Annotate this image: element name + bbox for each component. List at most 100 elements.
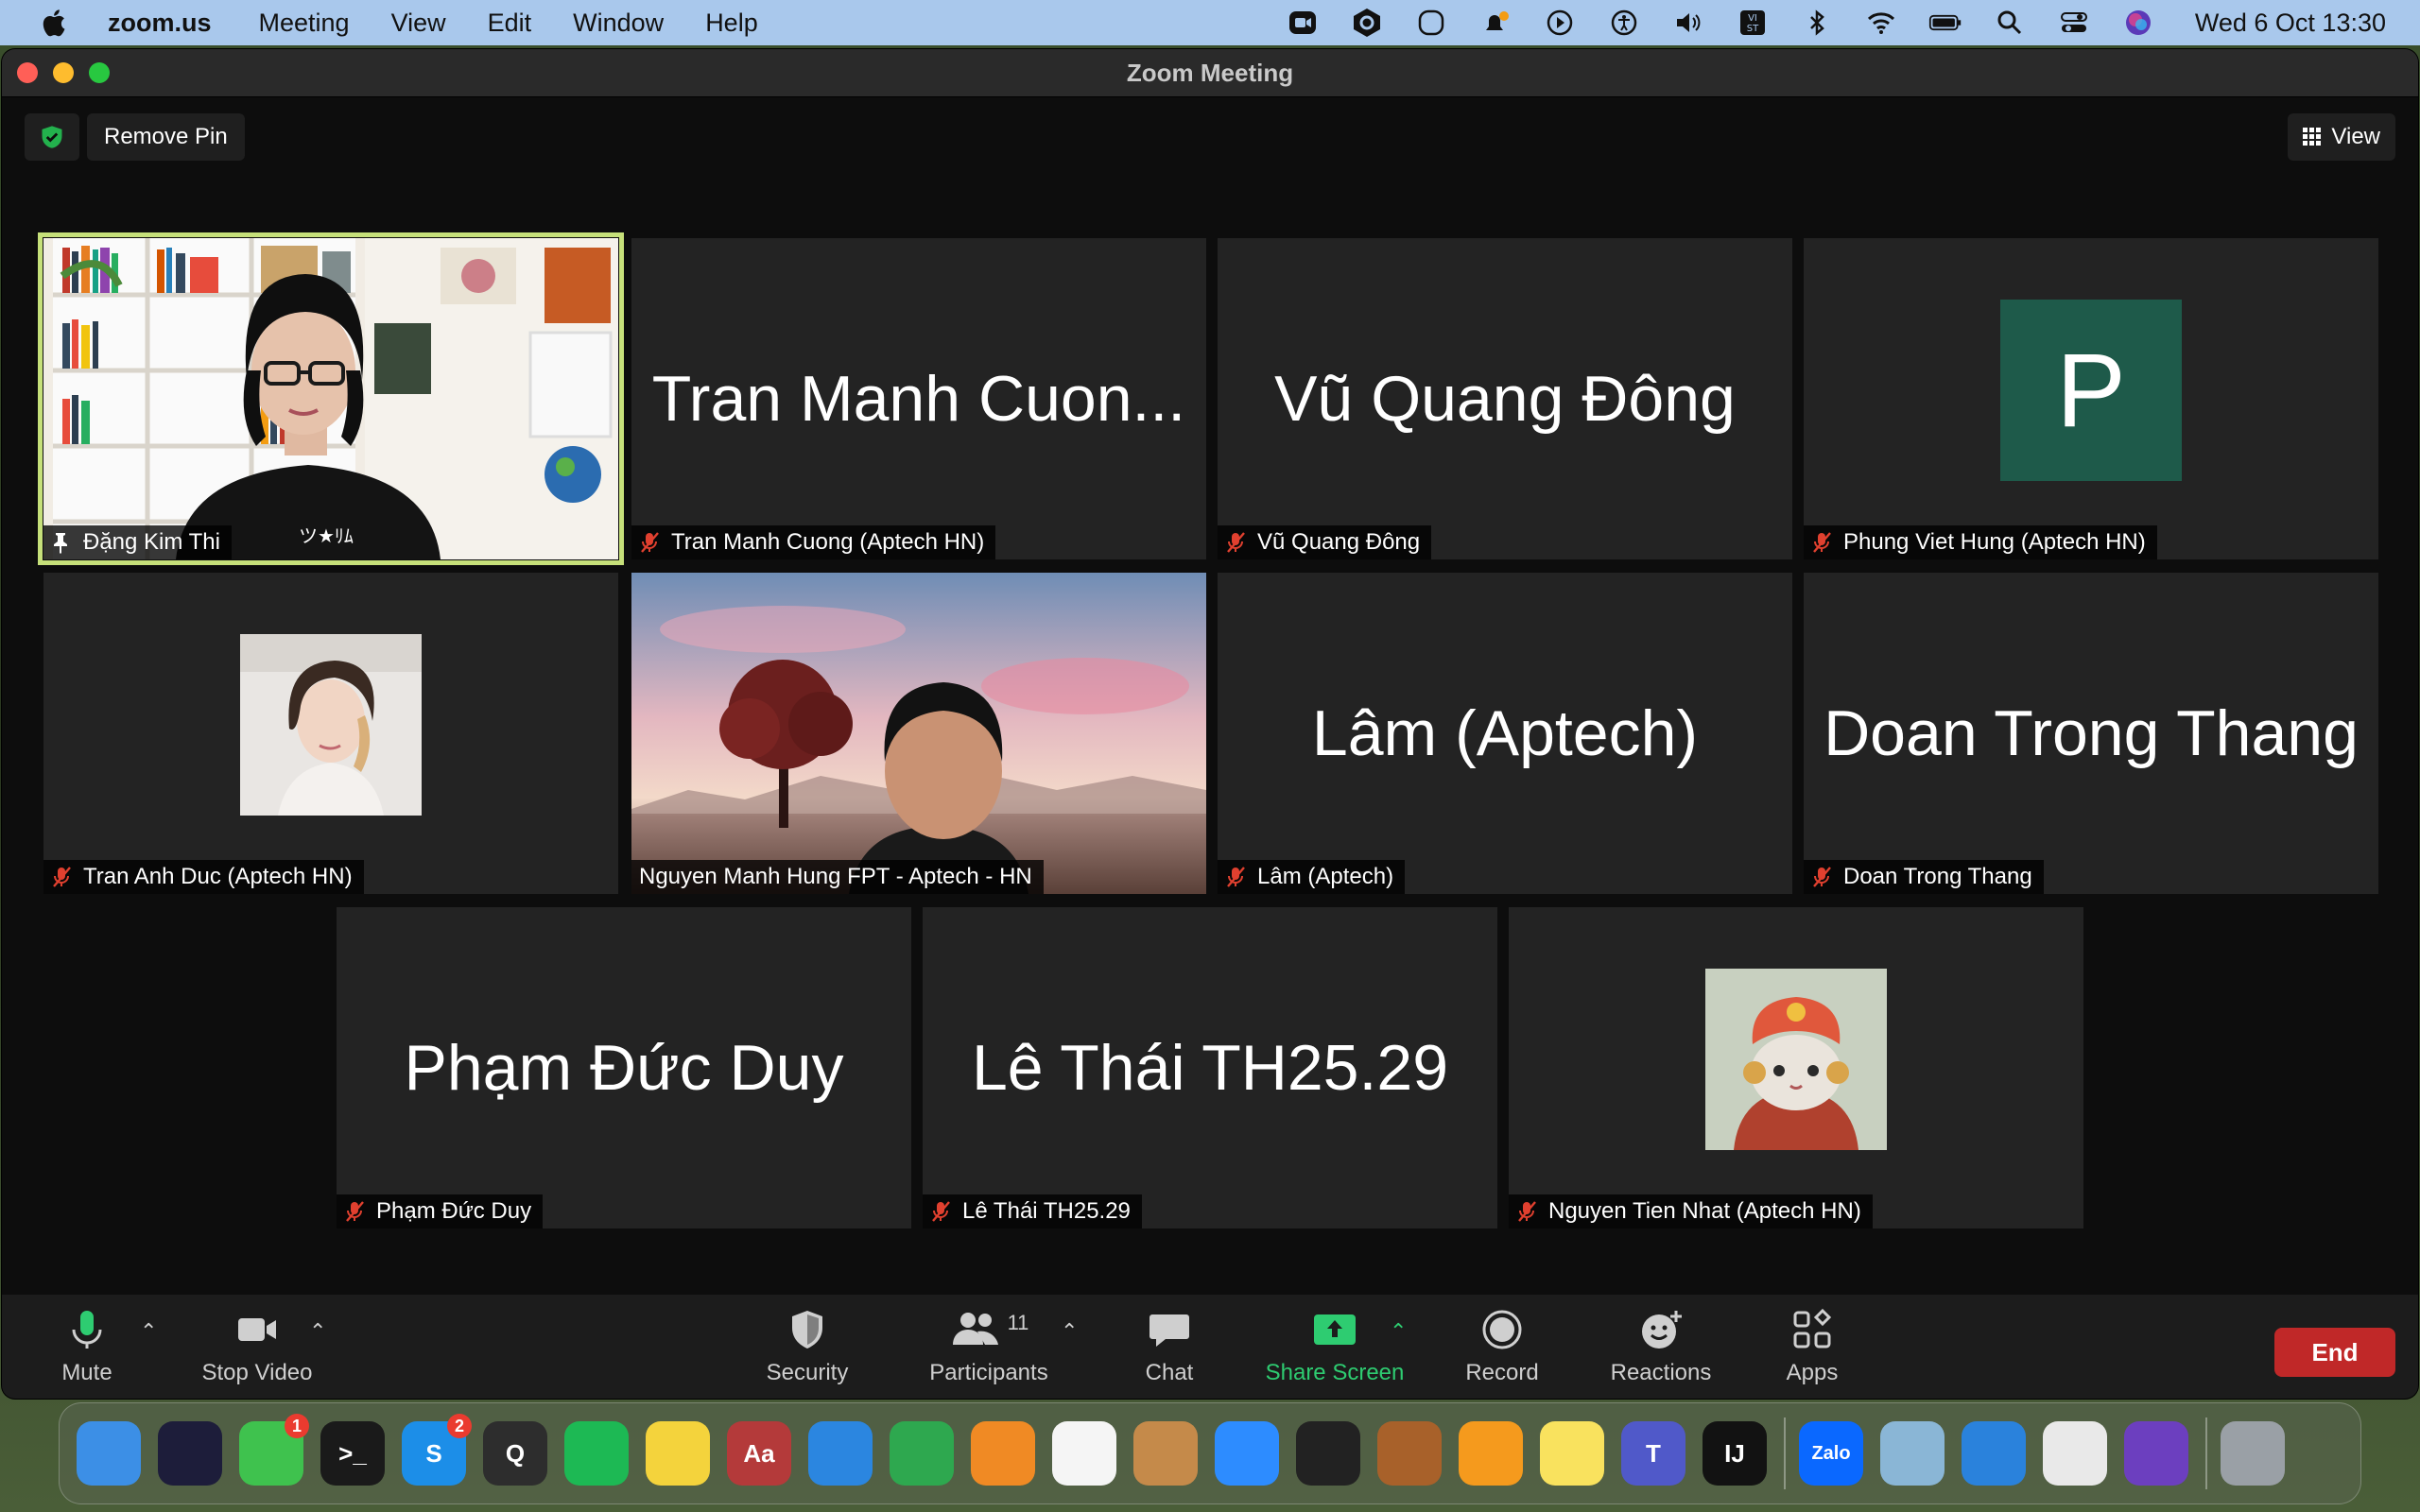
record-label: Record (1465, 1360, 1539, 1385)
dock-app-finder-icon[interactable] (77, 1421, 141, 1486)
dock-app-glyph: Aa (743, 1438, 775, 1468)
dock-app-pages-icon[interactable] (1459, 1421, 1523, 1486)
participant-display-name: Phạm Đức Duy (404, 1032, 844, 1104)
dock-app-zoom-icon[interactable] (1215, 1421, 1279, 1486)
menu-edit[interactable]: Edit (488, 9, 532, 38)
menu-help[interactable]: Help (705, 9, 758, 38)
video-tile-lam-aptech[interactable]: Lâm (Aptech) Lâm (Aptech) (1218, 573, 1792, 894)
video-tile-vu-quang-dong[interactable]: Vũ Quang Đông Vũ Quang Đông (1218, 238, 1792, 559)
reactions-button[interactable]: Reactions (1599, 1295, 1722, 1399)
mute-button[interactable]: Mute (49, 1295, 125, 1399)
participants-button[interactable]: 11 Participants (913, 1295, 1064, 1399)
apps-button[interactable]: Apps (1770, 1295, 1855, 1399)
dock-app-photos-icon[interactable] (1052, 1421, 1116, 1486)
video-tile-tran-manh-cuong[interactable]: Tran Manh Cuon... Tran Manh Cuong (Aptec… (631, 238, 1206, 559)
video-tile-phung-viet-hung[interactable]: P Phung Viet Hung (Aptech HN) (1804, 238, 2378, 559)
hexagon-icon[interactable] (1350, 6, 1384, 40)
avatar (1705, 969, 1887, 1150)
play-icon[interactable] (1543, 6, 1577, 40)
dock-app-cyberduck-icon[interactable] (646, 1421, 710, 1486)
dock-app-intellij-icon[interactable]: IJ (1703, 1421, 1767, 1486)
dock-app-terminal-icon[interactable]: >_ (320, 1421, 385, 1486)
minimize-window-button[interactable] (53, 62, 74, 83)
participant-display-name: Vũ Quang Đông (1274, 363, 1736, 435)
accessibility-icon[interactable] (1607, 6, 1641, 40)
video-tile-tran-anh-duc[interactable]: Tran Anh Duc (Aptech HN) (43, 573, 618, 894)
dock-app-zalo-icon[interactable]: Zalo (1799, 1421, 1863, 1486)
remove-pin-button[interactable]: Remove Pin (87, 113, 245, 161)
rounded-square-icon[interactable] (1414, 6, 1448, 40)
dock-app-trash-icon[interactable] (2221, 1421, 2285, 1486)
battery-icon[interactable] (1928, 6, 1962, 40)
share-options-chevron-icon[interactable]: ⌃ (1390, 1319, 1407, 1344)
dock-app-visual-studio-icon[interactable] (2124, 1421, 2188, 1486)
encryption-status-button[interactable] (25, 113, 79, 161)
mic-muted-icon (1227, 532, 1245, 553)
dock-app-dictionary-icon[interactable]: Aa (727, 1421, 791, 1486)
dock-app-teams-icon[interactable]: T (1621, 1421, 1685, 1486)
dock-app-reeder-icon[interactable] (1377, 1421, 1442, 1486)
input-method-icon[interactable]: VI ST (1736, 6, 1770, 40)
participants-label: Participants (929, 1360, 1048, 1385)
dock-app-textedit-icon[interactable] (2043, 1421, 2107, 1486)
participant-name: Tran Manh Cuong (Aptech HN) (671, 529, 985, 555)
record-icon (1482, 1310, 1522, 1349)
zoom-camera-icon[interactable] (1286, 6, 1320, 40)
video-tile-le-thai[interactable]: Lê Thái TH25.29 Lê Thái TH25.29 (923, 907, 1497, 1228)
dock-app-glyph: T (1646, 1438, 1661, 1468)
app-menu-zoom[interactable]: zoom.us (108, 9, 212, 38)
share-screen-button[interactable]: Share Screen (1250, 1295, 1420, 1399)
mic-muted-icon (932, 1201, 950, 1222)
dock-app-keynote-icon[interactable] (1962, 1421, 2026, 1486)
dock-app-preview-icon[interactable] (1880, 1421, 1945, 1486)
dock-app-skype-icon[interactable]: S2 (402, 1414, 472, 1486)
participant-video (631, 573, 1206, 894)
video-tile-pham-duc-duy[interactable]: Phạm Đức Duy Phạm Đức Duy (337, 907, 911, 1228)
dock-app-activity-monitor-icon[interactable] (1296, 1421, 1360, 1486)
bluetooth-icon[interactable] (1800, 6, 1834, 40)
dock-app-quicktime-icon[interactable]: Q (483, 1421, 547, 1486)
audio-options-chevron-icon[interactable]: ⌃ (140, 1319, 157, 1344)
zoom-window: Zoom Meeting Remove Pin View ツ★ﾘﾑ Đặng K… (2, 49, 2418, 1399)
dock-app-messages-icon[interactable]: 1 (239, 1414, 309, 1486)
participant-name: Tran Anh Duc (Aptech HN) (83, 864, 353, 889)
share-screen-label: Share Screen (1265, 1360, 1405, 1385)
participants-options-chevron-icon[interactable]: ⌃ (1061, 1319, 1078, 1344)
video-tile-doan-trong-thang[interactable]: Doan Trong Thang Doan Trong Thang (1804, 573, 2378, 894)
siri-icon[interactable] (2121, 6, 2155, 40)
apple-icon[interactable] (40, 7, 66, 39)
menu-window[interactable]: Window (573, 9, 664, 38)
video-options-chevron-icon[interactable]: ⌃ (309, 1319, 326, 1344)
reaction-smiley-icon (1642, 1311, 1682, 1349)
dock-app-safari-icon[interactable] (808, 1421, 873, 1486)
menu-meeting[interactable]: Meeting (259, 9, 350, 38)
dock-app-spotify-icon[interactable] (564, 1421, 629, 1486)
menu-clock[interactable]: Wed 6 Oct 13:30 (2195, 9, 2386, 38)
apps-icon (1793, 1308, 1832, 1349)
close-window-button[interactable] (17, 62, 38, 83)
security-button[interactable]: Security (751, 1295, 864, 1399)
zoom-window-button[interactable] (89, 62, 110, 83)
notification-icon[interactable] (1478, 6, 1512, 40)
end-meeting-button[interactable]: End (2274, 1328, 2395, 1377)
menu-view[interactable]: View (391, 9, 446, 38)
dock-app-notes-icon[interactable] (1540, 1421, 1604, 1486)
participant-display-name: Doan Trong Thang (1824, 697, 2359, 769)
video-tile-nguyen-tien-nhat[interactable]: Nguyen Tien Nhat (Aptech HN) (1509, 907, 2083, 1228)
search-icon[interactable] (1993, 6, 2027, 40)
stop-video-button[interactable]: Stop Video (191, 1295, 323, 1399)
video-tile-nguyen-manh-hung[interactable]: Nguyen Manh Hung FPT - Aptech - HN (631, 573, 1206, 894)
dock-app-numbers-icon[interactable] (890, 1421, 954, 1486)
avatar: P (2000, 300, 2182, 481)
volume-icon[interactable] (1671, 6, 1705, 40)
record-button[interactable]: Record (1450, 1295, 1554, 1399)
wifi-icon[interactable] (1864, 6, 1898, 40)
view-button[interactable]: View (2288, 113, 2395, 161)
meeting-toolbar: Mute ⌃ Stop Video ⌃ Security 11 Particip… (2, 1295, 2418, 1399)
dock-app-archive-utility-icon[interactable] (1133, 1421, 1198, 1486)
dock-app-siri-icon[interactable] (158, 1421, 222, 1486)
chat-button[interactable]: Chat (1132, 1295, 1207, 1399)
participant-name-bar: Phạm Đức Duy (337, 1194, 544, 1228)
dock-app-books-icon[interactable] (971, 1421, 1035, 1486)
control-center-icon[interactable] (2057, 6, 2091, 40)
